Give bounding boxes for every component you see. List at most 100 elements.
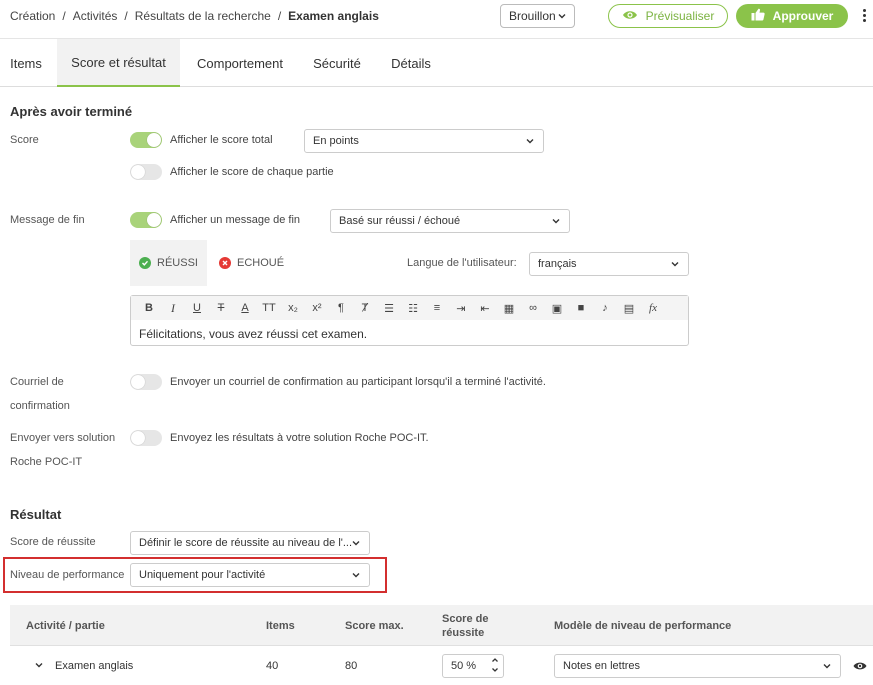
tab-pass-label: RÉUSSI — [157, 257, 198, 269]
breadcrumb-item-creation[interactable]: Création — [10, 9, 55, 23]
bold-icon[interactable]: B — [137, 298, 161, 318]
breadcrumb: Création / Activités / Résultats de la reche… — [10, 9, 379, 23]
message-editor[interactable]: B I U T A TT x₂ x² ¶ Ⱦ ☰ ☷ ≡ ⇥ ⇤ ▦ ∞ ▣ ■… — [130, 295, 689, 346]
score-unit-select[interactable]: En points — [304, 129, 544, 153]
poc-label-line2: Roche POC-IT — [10, 456, 83, 468]
col-pass-score-line2: réussite — [442, 627, 485, 639]
align-icon[interactable]: ≡ — [425, 298, 449, 318]
tab-behaviour[interactable]: Comportement — [185, 39, 295, 87]
confirmation-email-label: Envoyer un courriel de confirmation au p… — [170, 376, 546, 388]
score-unit-value: En points — [313, 135, 359, 147]
chevron-down-icon — [351, 570, 361, 583]
pass-score-stepper[interactable]: 50 % — [442, 654, 504, 678]
tab-details[interactable]: Détails — [380, 39, 442, 87]
pass-score-select[interactable]: Définir le score de réussite au niveau d… — [130, 531, 370, 555]
image-icon[interactable]: ▣ — [545, 298, 569, 318]
file-icon[interactable]: ▤ — [617, 298, 641, 318]
performance-model-value: Notes en lettres — [563, 660, 641, 672]
performance-model-select[interactable]: Notes en lettres — [554, 654, 841, 678]
font-size-icon[interactable]: TT — [257, 298, 281, 318]
show-part-scores-toggle[interactable] — [130, 164, 162, 180]
end-message-mode-select[interactable]: Basé sur réussi / échoué — [330, 209, 570, 233]
email-label-line2: confirmation — [10, 400, 70, 412]
row-max-score: 80 — [345, 660, 358, 672]
chevron-down-icon — [557, 10, 567, 24]
confirmation-email-toggle[interactable] — [130, 374, 162, 390]
chevron-down-icon — [525, 136, 535, 149]
outdent-icon[interactable]: ⇤ — [473, 298, 497, 318]
link-icon[interactable]: ∞ — [521, 298, 545, 318]
bullet-list-icon[interactable]: ☰ — [377, 298, 401, 318]
chevron-down-icon[interactable] — [34, 659, 44, 673]
breadcrumb-item-activities[interactable]: Activités — [73, 9, 118, 23]
strikethrough-icon[interactable]: T — [209, 298, 233, 318]
check-circle-icon — [139, 257, 152, 269]
approve-button[interactable]: Approuver — [736, 4, 848, 28]
chevron-down-icon — [670, 259, 680, 272]
show-part-scores-label: Afficher le score de chaque partie — [170, 166, 334, 178]
text-color-icon[interactable]: A — [233, 298, 257, 318]
chevron-down-icon — [551, 216, 561, 229]
eye-icon[interactable] — [853, 660, 867, 674]
table-header: Activité / partie Items Score max. Score… — [10, 605, 873, 645]
email-label-line1: Courriel de — [10, 376, 64, 388]
editor-content[interactable]: Félicitations, vous avez réussi cet exam… — [139, 327, 367, 341]
breadcrumb-item-search-results[interactable]: Résultats de la recherche — [135, 9, 271, 23]
close-circle-icon — [219, 257, 231, 269]
user-language-label: Langue de l'utilisateur: — [407, 257, 517, 269]
col-pass-score-line1: Score de — [442, 613, 489, 625]
status-select[interactable]: Brouillon — [500, 4, 575, 28]
chevron-down-icon — [822, 661, 832, 674]
tab-pass[interactable]: RÉUSSI — [130, 240, 207, 286]
thumbs-up-icon — [751, 8, 765, 24]
user-language-select[interactable]: français — [529, 252, 689, 276]
pass-score-stepper-value: 50 % — [451, 660, 477, 672]
show-total-score-toggle[interactable] — [130, 132, 162, 148]
end-message-label: Message de fin — [10, 214, 85, 226]
col-model: Modèle de niveau de performance — [554, 620, 732, 632]
tab-items[interactable]: Items — [0, 39, 52, 87]
stepper-arrows[interactable] — [491, 656, 499, 674]
approve-button-label: Approuver — [772, 9, 834, 23]
poc-it-toggle[interactable] — [130, 430, 162, 446]
chevron-down-icon — [351, 538, 361, 551]
section-title-after: Après avoir terminé — [10, 104, 133, 119]
poc-it-label: Envoyez les résultats à votre solution R… — [170, 432, 429, 444]
clear-format-icon[interactable]: Ⱦ — [353, 298, 377, 318]
show-end-message-label: Afficher un message de fin — [170, 214, 301, 226]
top-bar: Création / Activités / Résultats de la reche… — [0, 0, 873, 34]
tab-score-result[interactable]: Score et résultat — [57, 39, 180, 87]
tab-security[interactable]: Sécurité — [300, 39, 374, 87]
audio-icon[interactable]: ♪ — [593, 298, 617, 318]
pass-score-label: Score de réussite — [10, 536, 96, 548]
paragraph-icon[interactable]: ¶ — [329, 298, 353, 318]
numbered-list-icon[interactable]: ☷ — [401, 298, 425, 318]
row-activity-name: Examen anglais — [55, 660, 134, 672]
status-select-value: Brouillon — [509, 9, 556, 23]
show-total-score-label: Afficher le score total — [170, 134, 273, 146]
performance-level-value: Uniquement pour l'activité — [139, 569, 266, 581]
table-icon[interactable]: ▦ — [497, 298, 521, 318]
performance-level-select[interactable]: Uniquement pour l'activité — [130, 563, 370, 587]
preview-button-label: Prévisualiser — [645, 9, 715, 23]
preview-button[interactable]: Prévisualiser — [608, 4, 728, 28]
chevron-down-icon[interactable] — [491, 666, 499, 674]
col-activity: Activité / partie — [26, 620, 105, 632]
tab-bar: Items Score et résultat Comportement Séc… — [0, 39, 873, 87]
user-language-value: français — [538, 258, 577, 270]
tab-fail[interactable]: ECHOUÉ — [219, 240, 299, 286]
video-icon[interactable]: ■ — [569, 298, 593, 318]
italic-icon[interactable]: I — [161, 298, 185, 318]
section-title-result: Résultat — [10, 507, 62, 522]
formula-icon[interactable]: fx — [641, 298, 665, 318]
underline-icon[interactable]: U — [185, 298, 209, 318]
subscript-icon[interactable]: x₂ — [281, 298, 305, 318]
show-end-message-toggle[interactable] — [130, 212, 162, 228]
end-message-mode-value: Basé sur réussi / échoué — [339, 215, 461, 227]
superscript-icon[interactable]: x² — [305, 298, 329, 318]
col-items: Items — [266, 620, 295, 632]
pass-score-value: Définir le score de réussite au niveau d… — [139, 537, 353, 549]
indent-icon[interactable]: ⇥ — [449, 298, 473, 318]
more-options-icon[interactable] — [861, 9, 867, 23]
chevron-up-icon[interactable] — [491, 656, 499, 664]
